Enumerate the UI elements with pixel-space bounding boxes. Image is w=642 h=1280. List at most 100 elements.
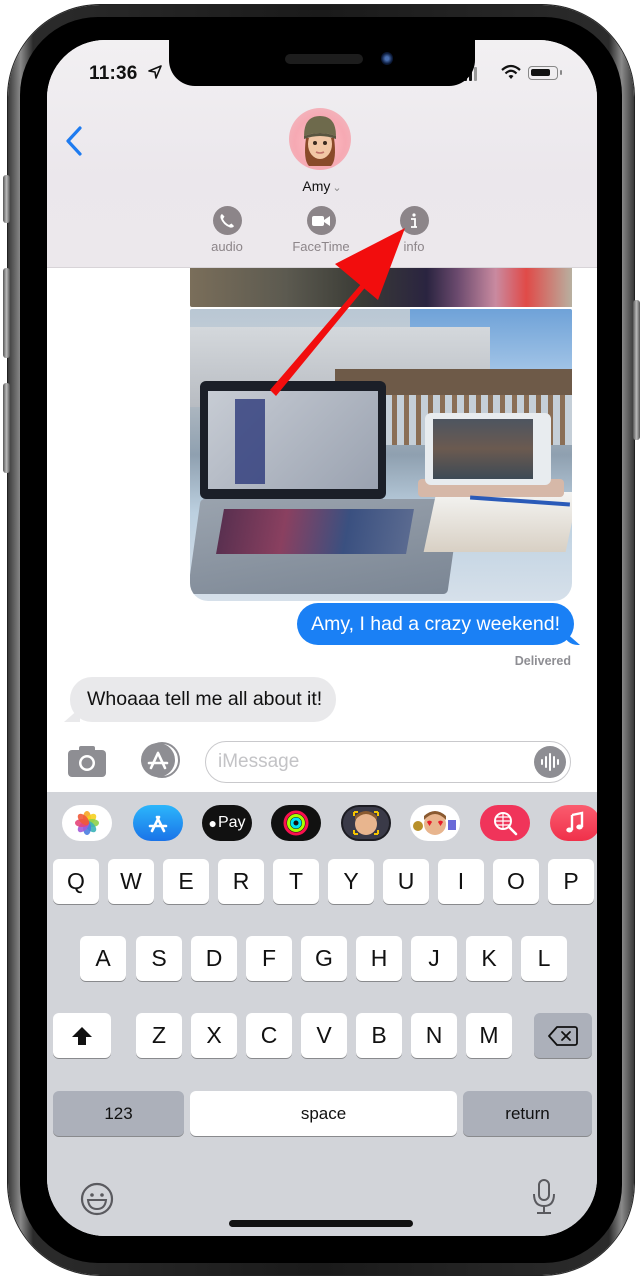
key-k[interactable]: K	[466, 936, 512, 981]
key-x[interactable]: X	[191, 1013, 237, 1058]
apps-button[interactable]	[135, 741, 183, 779]
key-z[interactable]: Z	[136, 1013, 182, 1058]
location-arrow-icon	[148, 65, 162, 79]
audio-call-button[interactable]: audio	[187, 206, 267, 254]
delivery-status: Delivered	[514, 654, 571, 668]
key-p[interactable]: P	[548, 859, 594, 904]
key-m[interactable]: M	[466, 1013, 512, 1058]
contact-name: Amy	[302, 178, 331, 194]
info-button[interactable]: info	[374, 206, 454, 254]
app-memoji-stickers[interactable]	[341, 805, 391, 841]
message-input[interactable]: iMessage	[205, 741, 571, 783]
key-q[interactable]: Q	[53, 859, 99, 904]
app-store-icon	[141, 742, 180, 778]
photo-laptop-window	[235, 399, 265, 484]
notch	[169, 40, 475, 86]
key-w[interactable]: W	[108, 859, 154, 904]
app-memoji[interactable]	[410, 805, 460, 841]
contact-actions: audio FaceTime info	[47, 206, 597, 258]
globe-search-icon	[494, 812, 518, 836]
memoji-camera-icon	[343, 807, 389, 839]
back-button[interactable]	[63, 124, 85, 158]
shift-arrow-icon	[72, 1026, 92, 1045]
key-t[interactable]: T	[273, 859, 319, 904]
app-app-store[interactable]	[133, 805, 183, 841]
music-note-icon	[566, 811, 584, 833]
memoji-stickers-icon	[413, 811, 456, 835]
message-placeholder: iMessage	[218, 751, 300, 772]
key-v[interactable]: V	[301, 1013, 347, 1058]
key-y[interactable]: Y	[328, 859, 374, 904]
phone-icon	[220, 213, 234, 228]
shift-key[interactable]	[53, 1013, 111, 1058]
photo-laptop-display	[208, 391, 378, 489]
photo-tablet-screen	[433, 419, 533, 479]
earpiece-speaker	[285, 54, 363, 64]
app-activity[interactable]	[271, 805, 321, 841]
volume-up-button	[3, 268, 10, 358]
received-message-bubble[interactable]: Whoaaa tell me all about it!	[70, 677, 337, 722]
key-u[interactable]: U	[383, 859, 429, 904]
contact-avatar[interactable]	[289, 108, 351, 170]
memoji-avatar-icon	[304, 116, 336, 166]
screen: Amy, I had a crazy weekend! Delivered Wh…	[47, 40, 597, 1236]
video-camera-icon	[312, 215, 330, 226]
image-message-partial[interactable]	[190, 268, 572, 307]
key-c[interactable]: C	[246, 1013, 292, 1058]
microphone-icon	[533, 1179, 555, 1214]
camera-button[interactable]	[67, 744, 107, 778]
image-message-laptop-photo[interactable]	[190, 309, 572, 601]
key-b[interactable]: B	[356, 1013, 402, 1058]
photo-laptop-keys	[216, 509, 414, 554]
return-key[interactable]: return	[463, 1091, 592, 1136]
sent-message-bubble[interactable]: Amy, I had a crazy weekend!	[297, 603, 574, 645]
volume-down-button	[3, 383, 10, 473]
key-i[interactable]: I	[438, 859, 484, 904]
key-j[interactable]: J	[411, 936, 457, 981]
contact-name-button[interactable]: Amy ⌄	[47, 178, 597, 194]
key-r[interactable]: R	[218, 859, 264, 904]
key-g[interactable]: G	[301, 936, 347, 981]
keyboard: ● Pay Q W E R T Y U I O P A S D F G H J …	[47, 792, 597, 1236]
key-n[interactable]: N	[411, 1013, 457, 1058]
silent-switch	[3, 175, 10, 223]
chevron-left-icon	[66, 126, 82, 156]
key-o[interactable]: O	[493, 859, 539, 904]
wifi-icon	[501, 64, 521, 79]
audio-waveform-icon	[541, 753, 559, 771]
audio-message-button[interactable]	[534, 746, 566, 778]
photos-icon	[75, 811, 99, 835]
side-button	[633, 300, 640, 440]
facetime-label: FaceTime	[292, 239, 350, 254]
key-e[interactable]: E	[163, 859, 209, 904]
key-d[interactable]: D	[191, 936, 237, 981]
chevron-down-icon: ⌄	[332, 182, 342, 194]
emoji-button[interactable]	[80, 1182, 114, 1221]
app-store-icon	[148, 815, 168, 833]
home-indicator[interactable]	[229, 1220, 413, 1227]
space-key[interactable]: space	[190, 1091, 457, 1136]
key-s[interactable]: S	[136, 936, 182, 981]
key-l[interactable]: L	[521, 936, 567, 981]
activity-rings-icon	[283, 810, 309, 836]
app-apple-pay[interactable]: ● Pay	[202, 805, 252, 841]
audio-label: audio	[211, 239, 243, 254]
key-h[interactable]: H	[356, 936, 402, 981]
imessage-app-strip: ● Pay	[47, 792, 597, 854]
key-a[interactable]: A	[80, 936, 126, 981]
key-f[interactable]: F	[246, 936, 292, 981]
app-images-search[interactable]	[480, 805, 530, 841]
apple-pay-label: Pay	[217, 814, 246, 831]
facetime-button[interactable]: FaceTime	[281, 206, 361, 254]
delete-key[interactable]	[534, 1013, 592, 1058]
emoji-icon	[80, 1182, 114, 1216]
front-camera	[381, 52, 393, 65]
dictation-button[interactable]	[531, 1178, 557, 1221]
backspace-icon	[548, 1025, 578, 1046]
app-music[interactable]	[550, 805, 597, 841]
numbers-key[interactable]: 123	[53, 1091, 184, 1136]
camera-icon	[68, 746, 106, 777]
info-icon	[411, 212, 417, 228]
app-photos[interactable]	[62, 805, 112, 841]
status-time: 11:36	[89, 63, 138, 84]
